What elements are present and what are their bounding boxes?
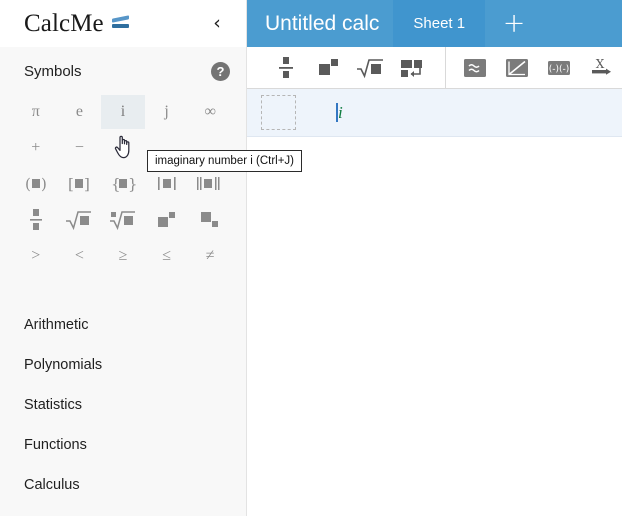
svg-text:): ) <box>41 175 47 193</box>
symbols-grid: π e i j ∞ + − × ( ) [] {> < ≥ ≤ ≠ <box>0 95 246 273</box>
square-root-button[interactable] <box>349 47 391 88</box>
symbol-times[interactable]: × <box>101 131 145 165</box>
calcme-equals-logo-icon <box>111 14 131 31</box>
plot-diagonal-icon <box>505 56 529 80</box>
symbol-curly-braces[interactable]: { } <box>101 167 145 201</box>
fraction-button[interactable] <box>265 47 307 88</box>
category-list: Arithmetic Polynomials Statistics Functi… <box>0 273 246 505</box>
tab-sheet-1[interactable]: Sheet 1 <box>393 0 486 47</box>
symbol-pi[interactable]: π <box>14 95 58 129</box>
symbol-not-equal[interactable]: ≠ <box>188 239 232 273</box>
symbol-e[interactable]: e <box>58 95 102 129</box>
svg-text:X: X <box>596 57 605 71</box>
symbol-square-root[interactable] <box>58 203 102 237</box>
symbol-imaginary-j[interactable]: j <box>145 95 189 129</box>
cell-value: i <box>338 102 343 122</box>
symbol-fraction[interactable] <box>14 203 58 237</box>
symbol-greater-than[interactable]: > <box>14 239 58 273</box>
sidebar-item-calculus[interactable]: Calculus <box>0 465 246 505</box>
tab-bar: Untitled calc Sheet 1 + <box>247 0 622 47</box>
sidebar: CalcMe ‹ Symbols ? π e i j ∞ + − × () [… <box>0 0 302 516</box>
toolbar-divider <box>445 47 446 88</box>
svg-text:(-)(-): (-)(-) <box>549 64 570 74</box>
calcme-app: CalcMe ‹ Symbols ? π e i j ∞ + − × () [… <box>0 0 622 516</box>
symbol-superscript[interactable] <box>145 203 189 237</box>
sidebar-item-functions[interactable]: Functions <box>0 425 246 465</box>
approximate-button[interactable] <box>454 47 496 88</box>
sheet-area: i <box>247 89 622 516</box>
symbol-less-than[interactable]: < <box>58 239 102 273</box>
superscript-button[interactable] <box>307 47 349 88</box>
square-root-icon <box>355 56 385 80</box>
new-line-button[interactable] <box>391 47 433 88</box>
chevron-left-icon[interactable]: ‹ <box>204 11 230 37</box>
symbol-parentheses[interactable]: ( ) <box>14 167 58 201</box>
interval-button[interactable]: (-)(-) <box>538 47 580 88</box>
x-arrow-icon: X <box>589 56 613 80</box>
brand[interactable]: CalcMe <box>24 10 204 38</box>
sidebar-item-arithmetic[interactable]: Arithmetic <box>0 305 246 345</box>
symbol-norm[interactable] <box>188 167 232 201</box>
symbol-nth-root[interactable] <box>101 203 145 237</box>
document-title[interactable]: Untitled calc <box>247 0 394 47</box>
interval-icon: (-)(-) <box>547 56 571 80</box>
superscript-icon <box>315 56 341 80</box>
substitute-button[interactable]: X <box>580 47 622 88</box>
fraction-icon <box>275 55 297 81</box>
svg-text:}: } <box>128 175 136 193</box>
sidebar-item-statistics[interactable]: Statistics <box>0 385 246 425</box>
symbols-section-header: Symbols ? <box>0 47 246 95</box>
main-panel: Untitled calc Sheet 1 + (-)(-) X i <box>247 0 622 516</box>
svg-text:[: [ <box>68 175 74 193</box>
sidebar-header: CalcMe ‹ <box>0 0 246 47</box>
symbol-greater-equal[interactable]: ≥ <box>101 239 145 273</box>
symbol-less-equal[interactable]: ≤ <box>145 239 189 273</box>
symbol-subscript[interactable] <box>188 203 232 237</box>
add-sheet-button[interactable]: + <box>485 0 544 47</box>
svg-text:]: ] <box>84 175 90 193</box>
cell-drag-handle[interactable] <box>261 95 296 130</box>
symbol-absolute-value[interactable] <box>145 167 189 201</box>
tooltip: imaginary number i (Ctrl+J) <box>147 150 302 172</box>
plot-button[interactable] <box>496 47 538 88</box>
brand-name: CalcMe <box>24 9 104 37</box>
sidebar-item-polynomials[interactable]: Polynomials <box>0 345 246 385</box>
symbol-plus[interactable]: + <box>14 131 58 165</box>
symbol-minus[interactable]: − <box>58 131 102 165</box>
section-title: Symbols <box>24 62 82 80</box>
new-line-icon <box>398 56 426 80</box>
svg-text:(: ( <box>25 175 31 193</box>
symbol-imaginary-i[interactable]: i <box>101 95 145 129</box>
calc-cell-row[interactable]: i <box>247 89 622 137</box>
symbol-square-brackets[interactable]: [ ] <box>58 167 102 201</box>
approximately-equal-icon <box>463 56 487 80</box>
question-mark-icon[interactable]: ? <box>211 61 230 81</box>
symbol-infinity[interactable]: ∞ <box>188 95 232 129</box>
toolbar: (-)(-) X <box>247 47 622 89</box>
